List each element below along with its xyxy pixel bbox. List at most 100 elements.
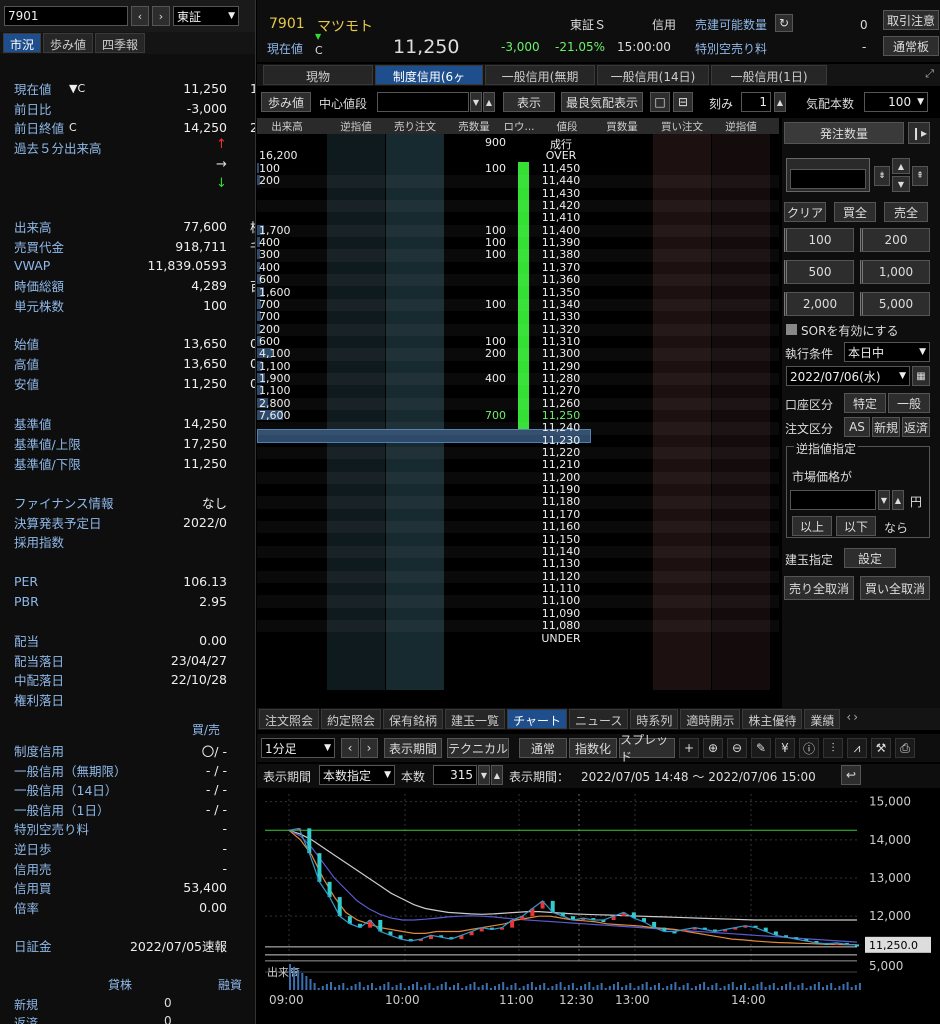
period-button[interactable]: 表示期間: [384, 738, 442, 758]
interval-select[interactable]: 1分足 ▼: [261, 738, 335, 758]
order-qty-button[interactable]: 発注数量: [784, 122, 904, 144]
bottom-tab[interactable]: 注文照会: [259, 709, 320, 729]
board-price[interactable]: 11,170: [535, 508, 587, 521]
next-button[interactable]: ›: [152, 6, 170, 26]
center-price-input[interactable]: [377, 92, 469, 112]
order-as-button[interactable]: AS: [844, 417, 870, 437]
board-price[interactable]: 11,370: [535, 261, 587, 274]
mode-select[interactable]: 本数指定 ▼: [319, 765, 395, 785]
credit-tab[interactable]: 制度信用(6ヶ月): [375, 65, 483, 101]
board-price[interactable]: 11,360: [535, 273, 587, 286]
credit-tab[interactable]: 現物: [263, 65, 373, 85]
board-price[interactable]: 11,090: [535, 607, 587, 620]
board-price[interactable]: 11,450: [535, 162, 587, 175]
board-price[interactable]: 11,290: [535, 360, 587, 373]
index-button[interactable]: 指数化: [569, 738, 617, 758]
clear-button[interactable]: クリア: [784, 202, 826, 222]
order-close-button[interactable]: 返済: [902, 417, 930, 437]
credit-tab[interactable]: 一般信用(無期限): [485, 65, 595, 101]
depth-select[interactable]: 100 ▼: [864, 92, 928, 112]
board-price[interactable]: 11,350: [535, 286, 587, 299]
zoom-in-icon[interactable]: ⊕: [703, 738, 723, 758]
chart-next-button[interactable]: ›: [360, 738, 378, 758]
zoom-out-icon[interactable]: ⊖: [727, 738, 747, 758]
bottom-tab[interactable]: ニュース: [568, 709, 629, 729]
indicator-icon[interactable]: ⫶: [823, 738, 843, 758]
qty-preset-button[interactable]: 500: [784, 260, 854, 284]
credit-tab[interactable]: 一般信用(14日): [597, 65, 709, 85]
board-mode-button[interactable]: 通常板: [883, 36, 939, 56]
board-price[interactable]: 11,080: [535, 619, 587, 632]
tick-input[interactable]: 1: [741, 92, 771, 112]
qty-preset-button[interactable]: 100: [784, 228, 854, 252]
board-price[interactable]: 11,340: [535, 298, 587, 311]
board-price[interactable]: 11,390: [535, 236, 587, 249]
wrench-icon[interactable]: ⚒: [871, 738, 891, 758]
attention-button[interactable]: 取引注意: [883, 10, 939, 30]
calendar-icon[interactable]: ▦: [912, 366, 930, 386]
account-tokutei-button[interactable]: 特定: [844, 393, 886, 413]
board-price[interactable]: 11,440: [535, 174, 587, 187]
board-price[interactable]: 11,110: [535, 582, 587, 595]
board-price[interactable]: 11,240: [535, 421, 587, 434]
pen-icon[interactable]: ✎: [751, 738, 771, 758]
qty-preset-button[interactable]: 2,000: [784, 292, 854, 316]
tick-spinner[interactable]: ▲: [774, 92, 786, 112]
board-price[interactable]: 11,330: [535, 310, 587, 323]
board-price[interactable]: 11,160: [535, 520, 587, 533]
split-layout-icon[interactable]: ⊟: [673, 92, 693, 112]
yen-icon[interactable]: ¥: [775, 738, 795, 758]
board-price[interactable]: 11,250: [535, 409, 587, 422]
left-tab[interactable]: 四季報: [95, 33, 146, 53]
center-price-dropdown[interactable]: ▼: [470, 92, 482, 112]
position-set-button[interactable]: 設定: [844, 548, 896, 568]
account-ippan-button[interactable]: 一般: [888, 393, 930, 413]
date-select[interactable]: 2022/07/06(水) ▼: [786, 366, 910, 386]
bottom-tab[interactable]: 適時開示: [680, 709, 741, 729]
prev-button[interactable]: ‹: [131, 6, 149, 26]
bottom-tab[interactable]: 時系列: [630, 709, 679, 729]
sell-all-button[interactable]: 売全: [884, 202, 928, 222]
count-input[interactable]: 315: [433, 765, 477, 785]
above-button[interactable]: 以上: [792, 516, 832, 536]
buy-cancel-all-button[interactable]: 買い全取消: [860, 576, 930, 600]
board-price[interactable]: 11,180: [535, 495, 587, 508]
sor-checkbox[interactable]: [786, 324, 797, 335]
sell-cancel-all-button[interactable]: 売り全取消: [784, 576, 854, 600]
spread-button[interactable]: スプレッド: [619, 733, 675, 764]
return-button[interactable]: ↩: [841, 765, 861, 785]
qty-preset-button[interactable]: 200: [860, 228, 930, 252]
qty-min-button[interactable]: ⇟: [874, 166, 890, 186]
board-price[interactable]: 11,140: [535, 545, 587, 558]
board-price[interactable]: 11,310: [535, 335, 587, 348]
code-input[interactable]: 7901: [4, 6, 128, 26]
show-button[interactable]: 表示: [503, 92, 555, 112]
board-price[interactable]: 11,120: [535, 570, 587, 583]
price-chart[interactable]: 15,000 14,000 13,000 12,000 09:00 10:00 11:00 1…: [257, 790, 940, 1024]
best-quote-button[interactable]: 最良気配表示: [561, 92, 643, 112]
exec-select[interactable]: 本日中 ▼: [844, 342, 930, 362]
order-new-button[interactable]: 新規: [872, 417, 900, 437]
expand-button[interactable]: ❙▸: [908, 122, 930, 144]
bottom-tab[interactable]: チャート: [507, 709, 567, 729]
print-icon[interactable]: ⎙: [895, 738, 915, 758]
board-price[interactable]: 11,210: [535, 458, 587, 471]
board-price[interactable]: 11,230: [535, 434, 587, 447]
board-price[interactable]: 11,130: [535, 557, 587, 570]
stop-price-input[interactable]: [790, 490, 876, 510]
qty-input[interactable]: [790, 169, 866, 189]
qty-up-button[interactable]: ▲: [892, 158, 910, 174]
chart-prev-button[interactable]: ‹: [341, 738, 359, 758]
bottom-tab[interactable]: 建玉一覧: [445, 709, 506, 729]
board-price[interactable]: 11,190: [535, 483, 587, 496]
board-price[interactable]: 11,400: [535, 224, 587, 237]
qty-down-button[interactable]: ▼: [892, 176, 910, 192]
board-price[interactable]: 11,150: [535, 533, 587, 546]
stop-price-spinner[interactable]: ▲: [892, 490, 904, 510]
left-tab[interactable]: 市況: [3, 33, 42, 53]
qty-max-button[interactable]: ⇞: [912, 166, 928, 186]
count-dropdown[interactable]: ▼: [478, 765, 490, 785]
stop-price-dropdown[interactable]: ▼: [878, 490, 890, 510]
board-price[interactable]: 11,220: [535, 446, 587, 459]
ayumi-button[interactable]: 歩み値: [261, 92, 311, 112]
